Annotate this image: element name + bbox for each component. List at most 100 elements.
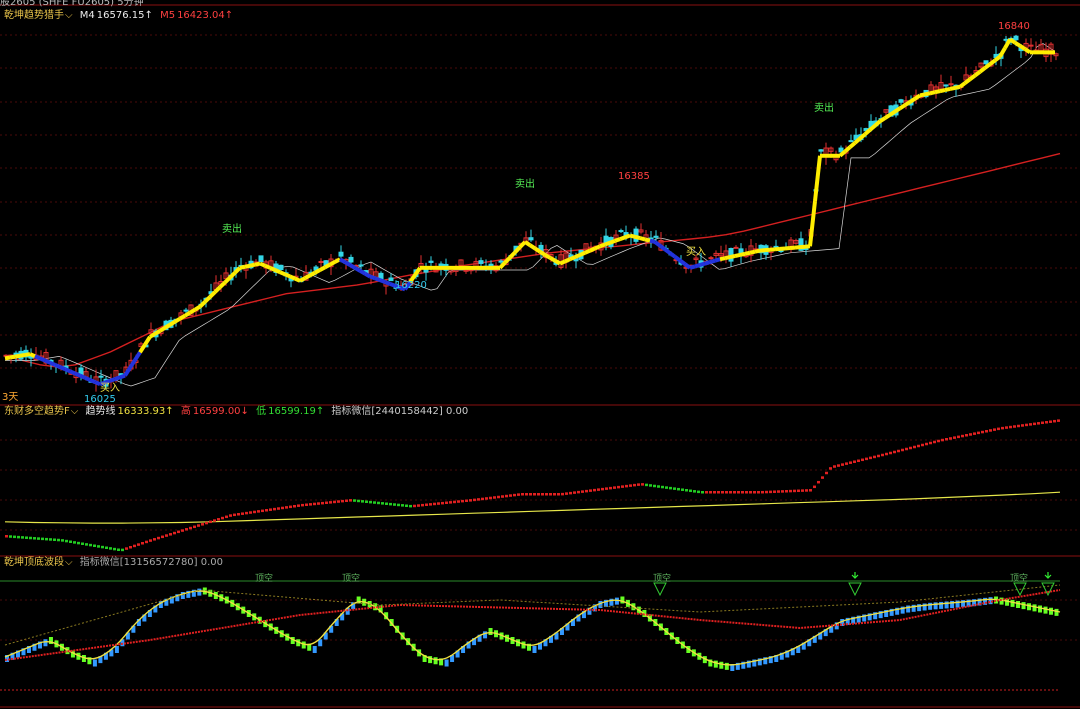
trend-dot-up (781, 490, 784, 493)
trend-dot-down (397, 503, 400, 507)
trend-dot-down (109, 547, 112, 550)
trend-dot-down (121, 548, 124, 552)
panel2-indicator-name[interactable]: 东财多空趋势F (4, 406, 70, 417)
trend-step-up (813, 155, 822, 202)
trend-dot-up (345, 499, 348, 502)
trend-dot-up (413, 504, 416, 508)
trend-step-up (629, 233, 636, 239)
candle-down (618, 230, 624, 233)
trend-dot-up (737, 491, 740, 494)
trend-dot-up (229, 514, 232, 517)
trend-step-up (279, 270, 286, 277)
panel3-indicator-name[interactable]: 乾坤顶底波段 (4, 557, 64, 568)
trend-dot-down (697, 490, 700, 494)
trend-dot-up (493, 496, 496, 499)
trend-dot-up (889, 451, 892, 455)
trend-dot-down (105, 546, 108, 549)
candle-up (708, 257, 714, 260)
trend-dot-up (441, 501, 444, 505)
trend-dot-up (757, 491, 760, 494)
trend-dot-up (641, 483, 644, 486)
trend-step-up (533, 246, 542, 254)
trend-step-up (163, 323, 172, 330)
trend-dot-down (29, 536, 32, 540)
trend-dot-up (525, 493, 528, 496)
trend-step-up (143, 335, 152, 346)
candle-down (848, 140, 854, 143)
trend-dot-up (1037, 422, 1040, 425)
chevron-down-icon[interactable]: ⌵ (65, 10, 73, 21)
trend-dot-up (873, 455, 876, 459)
trend-dot-up (877, 454, 880, 458)
period-label: 3天 (2, 392, 19, 403)
candle-up (733, 246, 739, 249)
trend-dot-up (577, 490, 580, 494)
trend-dot-up (5, 535, 8, 538)
trend-step-up (264, 263, 271, 270)
high-price-label: 16840 (998, 21, 1030, 32)
m5-value: 16423.04↑ (177, 10, 234, 21)
trend-dot-up (573, 491, 576, 494)
wave-bar-down (620, 596, 625, 604)
trend-dot-up (609, 486, 612, 490)
candle-down (338, 251, 344, 257)
trend-dot-up (305, 503, 308, 506)
trend-dot-up (1013, 425, 1016, 428)
trend-step-up (314, 268, 321, 275)
trend-step-up (319, 265, 326, 272)
trend-dot-up (985, 430, 988, 433)
trend-dot-up (833, 465, 836, 468)
trend-dot-down (89, 543, 92, 547)
trend-dot-up (729, 491, 732, 494)
trend-dot-down (25, 536, 28, 539)
signal-triangle-icon (1041, 582, 1055, 597)
high-value: 16599.00↓ (192, 406, 249, 417)
trend-dot-down (677, 487, 680, 491)
chevron-down-icon[interactable]: ⌵ (71, 406, 79, 417)
trend-dot-down (69, 540, 72, 543)
trend-dot-up (205, 521, 208, 525)
trend-dot-up (893, 450, 896, 454)
trend-step-down (709, 258, 716, 265)
trend-dot-up (177, 530, 180, 534)
wave-bar-down (1016, 601, 1021, 608)
trend-dot-up (541, 493, 544, 496)
trend-dot-up (621, 485, 624, 488)
wave-bar-up (197, 588, 202, 596)
trend-dot-up (517, 493, 520, 496)
trend-step-up (309, 270, 316, 278)
signal-triangle-icon (848, 582, 862, 597)
trend-dot-up (449, 501, 452, 504)
trend-dot-down (665, 486, 668, 489)
trend-step-down (133, 351, 142, 362)
trend-dot-up (965, 434, 968, 437)
trend-step-down (114, 375, 121, 381)
trend-dot-up (213, 519, 216, 522)
trend-dot-down (101, 545, 104, 549)
trend-dot-up (901, 448, 904, 452)
trend-step-down (649, 238, 656, 244)
trend-step-up (614, 237, 621, 243)
panel1-indicator-name[interactable]: 乾坤趋势猎手 (4, 10, 64, 21)
trend-step-down (44, 358, 51, 365)
trend-dot-up (569, 491, 572, 495)
trend-dot-up (1017, 424, 1020, 428)
m5-label: M5 (160, 10, 176, 21)
candle-down (183, 309, 189, 312)
trend-dot-down (353, 499, 356, 502)
trend-dot-up (637, 483, 640, 486)
candle-down (943, 84, 949, 87)
arrow-down-icon (851, 572, 859, 579)
trend-label: 趋势线 (85, 406, 116, 417)
trend-dot-up (445, 501, 448, 504)
trend-step-down (384, 280, 391, 286)
trend-step-up (1013, 40, 1022, 48)
trend-step-up (958, 81, 967, 89)
trend-dot-up (161, 535, 164, 539)
trend-dot-up (713, 491, 716, 494)
chevron-down-icon[interactable]: ⌵ (65, 557, 73, 568)
trend-dot-up (233, 513, 236, 517)
trend-step-up (754, 248, 761, 254)
trend-dot-down (653, 484, 656, 488)
trend-dot-down (693, 490, 696, 493)
